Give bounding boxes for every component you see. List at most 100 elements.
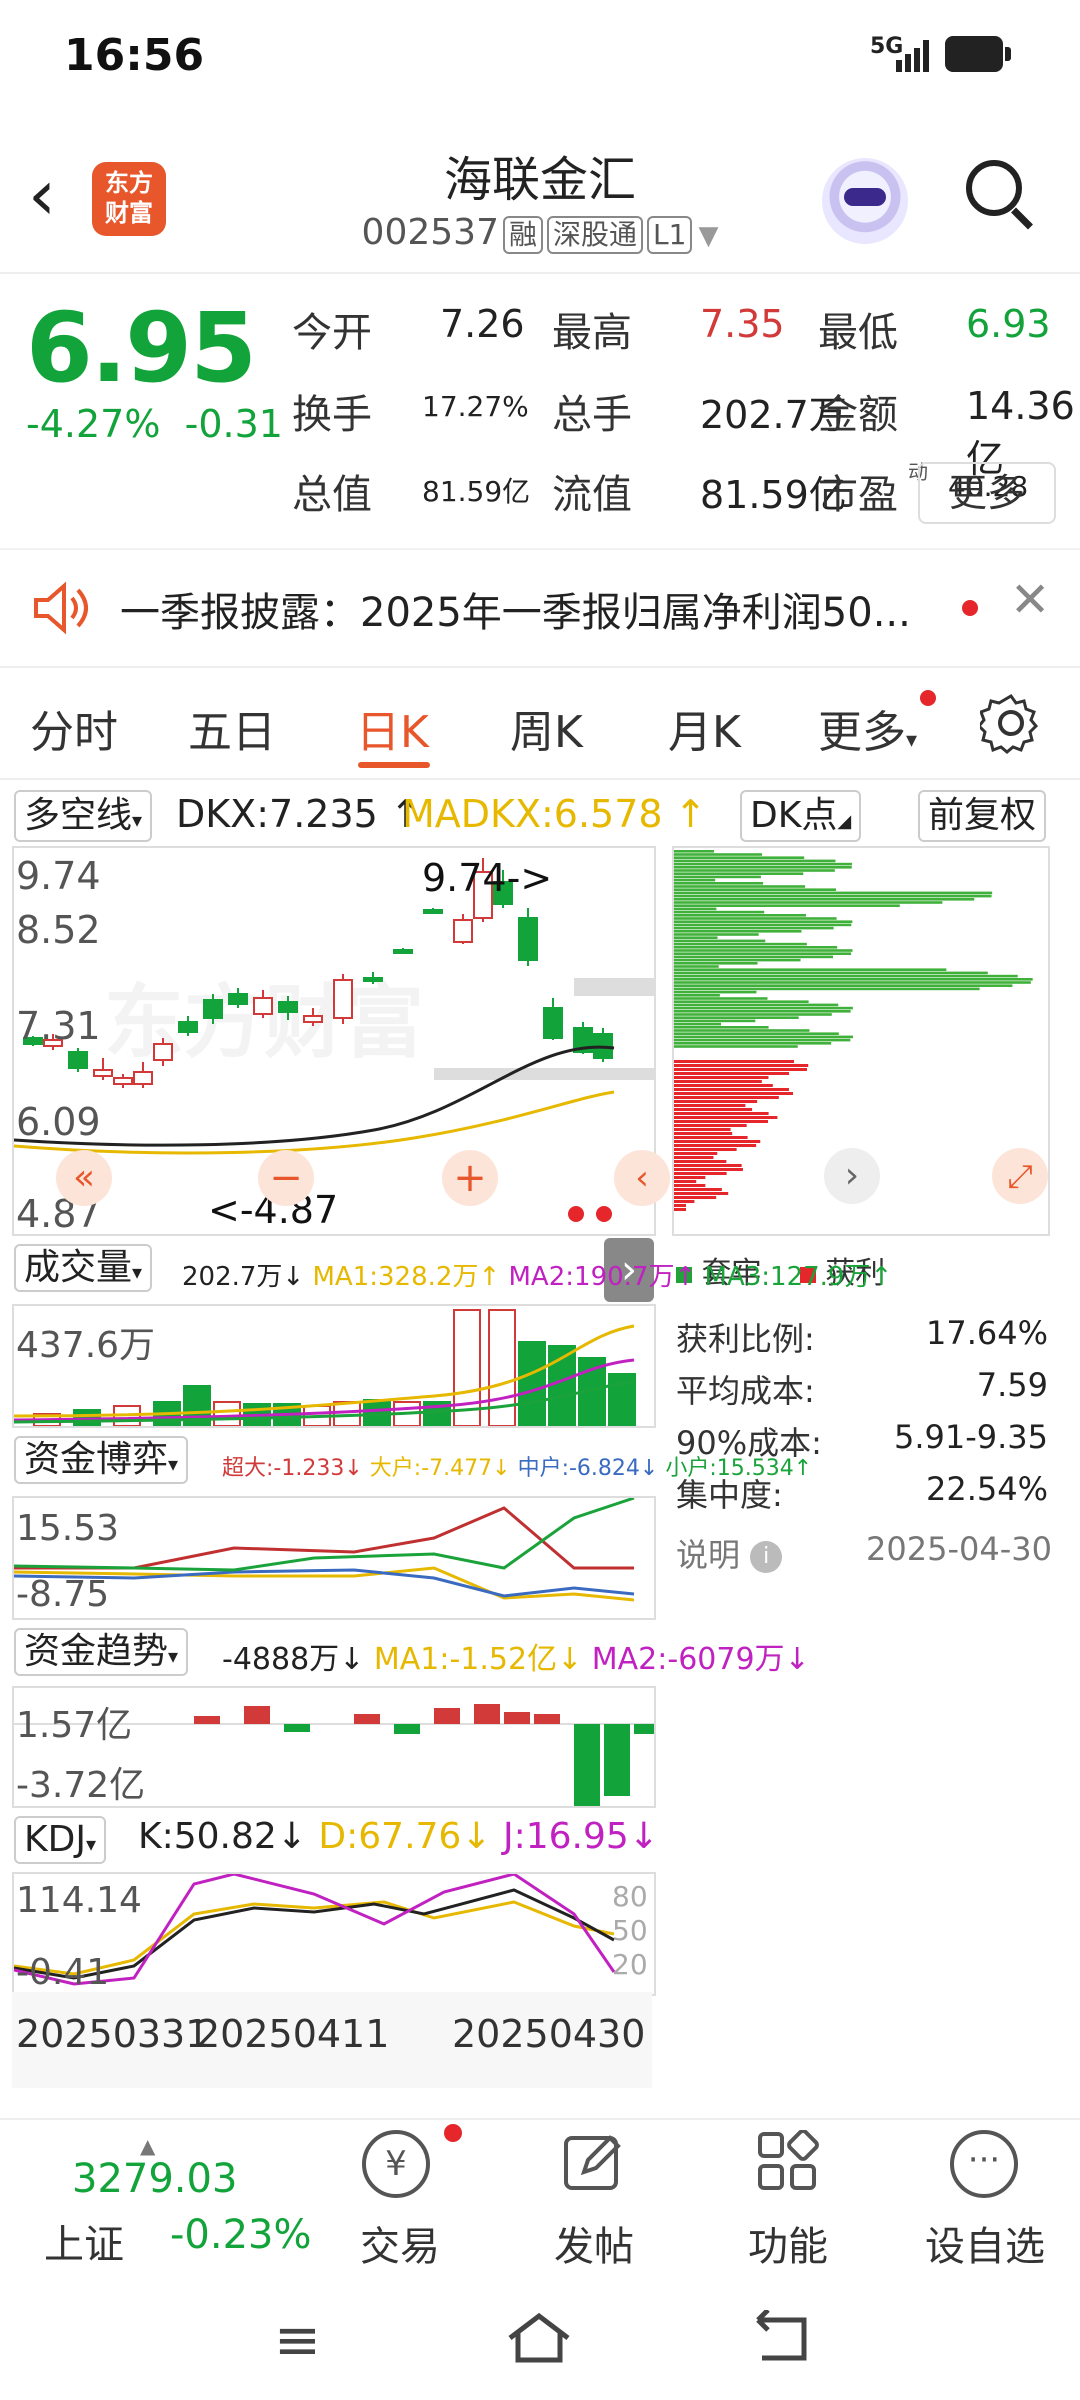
- chip-bar-trapped: [674, 981, 1031, 984]
- chip-bar-profit: [674, 1112, 769, 1115]
- tab-daily-k[interactable]: 日K: [356, 696, 429, 760]
- indicator-select[interactable]: 多空线▾: [14, 790, 153, 842]
- assistant-avatar-icon[interactable]: [822, 158, 908, 244]
- y-tick: -3.72亿: [16, 1765, 146, 1806]
- zoom-out-icon[interactable]: −: [258, 1150, 314, 1206]
- divider: [0, 778, 1080, 780]
- dk-point-button[interactable]: DK点◢: [740, 790, 862, 842]
- unread-dot: [962, 600, 978, 616]
- more-dots-icon[interactable]: ···: [950, 2130, 1018, 2198]
- chip-bar-profit: [674, 1072, 790, 1075]
- post-icon[interactable]: [562, 2130, 626, 2194]
- chip-bar-trapped: [674, 866, 852, 869]
- chip-bar-trapped: [674, 946, 838, 949]
- apps-icon[interactable]: [756, 2130, 820, 2194]
- search-icon[interactable]: [966, 160, 1022, 216]
- chip-stat-value: 22.54%: [925, 1470, 1048, 1508]
- trade-icon[interactable]: ¥: [362, 2130, 430, 2198]
- price-change: -4.27% -0.31: [26, 402, 283, 446]
- chip-bar-trapped: [674, 1032, 839, 1035]
- chip-bar-profit: [674, 1132, 733, 1135]
- index-value[interactable]: 3279.03: [72, 2156, 237, 2202]
- chip-bar-trapped: [674, 1003, 839, 1007]
- fund-game-select[interactable]: 资金博弈▾: [14, 1436, 189, 1484]
- candle: [453, 919, 473, 943]
- kdj-select[interactable]: KDJ▾: [14, 1816, 106, 1864]
- candle: [228, 993, 248, 1005]
- kdj-chart[interactable]: 114.14 -0.41 80 50 20: [12, 1872, 656, 1996]
- notification-dot: [444, 2124, 462, 2142]
- chip-bar-trapped: [674, 853, 763, 856]
- candle: [203, 999, 223, 1019]
- gear-icon[interactable]: [980, 692, 1042, 754]
- bottom-nav: ▲ 3279.03 上证 -0.23% ¥ 交易 发帖 功能 ··· 设自选: [0, 2118, 1080, 2272]
- chip-bar-profit: [674, 1144, 757, 1147]
- chip-bar-trapped: [674, 1026, 769, 1029]
- tab-intraday[interactable]: 分时: [30, 696, 118, 760]
- chip-bar-trapped: [674, 894, 992, 898]
- y-tick: 20: [612, 1948, 648, 1981]
- fund-game-chart[interactable]: 15.53 -8.75: [12, 1496, 656, 1620]
- fund-trend-bar: [574, 1724, 600, 1806]
- volume-select[interactable]: 成交量▾: [14, 1244, 153, 1292]
- y-tick: 437.6万: [16, 1325, 156, 1366]
- tab-5day[interactable]: 五日: [188, 696, 276, 760]
- scroll-left-icon[interactable]: ‹: [614, 1150, 670, 1206]
- kline-chart[interactable]: 东方财富 9.74 8.52 7.31 6.09 4.87 9.74-> <-4…: [12, 846, 670, 1236]
- chip-bar-profit: [674, 1128, 731, 1131]
- news-ticker[interactable]: 一季报披露：2025年一季报归属净利润50... ✕: [0, 550, 1080, 666]
- close-icon[interactable]: ✕: [1010, 572, 1050, 628]
- tab-monthly-k[interactable]: 月K: [668, 696, 741, 760]
- chevron-right-icon[interactable]: ›: [824, 1148, 880, 1204]
- chip-bar-trapped: [674, 901, 943, 904]
- news-text: 一季报披露：2025年一季报归属净利润50...: [120, 590, 911, 636]
- fund-trend-chart[interactable]: 1.57亿 -3.72亿: [12, 1686, 660, 1808]
- chevron-down-icon[interactable]: ▼: [698, 221, 718, 251]
- chip-bar-profit: [674, 1084, 773, 1087]
- candle: [153, 1043, 173, 1061]
- system-nav-bar: ≡: [0, 2270, 1080, 2400]
- info-icon[interactable]: i: [750, 1541, 783, 1573]
- fund-trend-select[interactable]: 资金趋势▾: [14, 1628, 189, 1676]
- chip-bar-trapped: [674, 917, 837, 920]
- back-nav-icon[interactable]: [748, 2310, 818, 2366]
- nav-function[interactable]: 功能: [718, 2214, 858, 2272]
- nav-trade[interactable]: 交易: [330, 2214, 470, 2272]
- scroll-left-fast-icon[interactable]: «: [56, 1150, 112, 1206]
- chip-bar-profit: [674, 1176, 706, 1179]
- chip-bar-trapped: [674, 850, 714, 853]
- stock-code-row[interactable]: 002537 融深股通 L1 ▼: [0, 212, 1080, 254]
- tag-level: L1: [647, 216, 693, 254]
- candle: [333, 979, 353, 1019]
- quote-label: 最高: [552, 310, 632, 356]
- chip-bar-profit: [674, 1184, 706, 1187]
- volume-chart[interactable]: 437.6万: [12, 1304, 656, 1428]
- volume-bar: [213, 1401, 241, 1427]
- index-name[interactable]: 上证: [44, 2212, 124, 2270]
- home-icon[interactable]: [504, 2310, 574, 2366]
- chip-bar-trapped: [674, 949, 853, 952]
- x-tick: 20250331: [16, 2012, 210, 2056]
- x-tick: 20250411: [196, 2012, 390, 2056]
- fund-trend-bar: [604, 1724, 630, 1796]
- chip-bar-trapped: [674, 898, 975, 901]
- quote-label: 流值: [552, 472, 632, 518]
- adjust-button[interactable]: 前复权: [918, 790, 1047, 842]
- tab-weekly-k[interactable]: 周K: [510, 696, 583, 760]
- tab-more[interactable]: 更多▾: [818, 696, 917, 760]
- expand-icon[interactable]: ⤢: [992, 1148, 1048, 1204]
- candle: [423, 909, 443, 914]
- index-change[interactable]: -0.23%: [170, 2212, 312, 2258]
- quote-label: 市盈: [818, 472, 898, 518]
- zoom-in-icon[interactable]: +: [442, 1150, 498, 1206]
- chip-bar-trapped: [674, 974, 1018, 978]
- nav-post[interactable]: 发帖: [524, 2214, 664, 2272]
- fund-trend-bar: [634, 1724, 660, 1734]
- menu-icon[interactable]: ≡: [274, 2308, 321, 2373]
- nav-add-watch[interactable]: 设自选: [910, 2214, 1060, 2272]
- signal-dot: [596, 1206, 612, 1222]
- chip-bar-profit: [674, 1168, 743, 1171]
- chip-note[interactable]: 说明 i: [676, 1530, 783, 1576]
- more-quote-button[interactable]: 更多: [918, 462, 1056, 524]
- quote-value: 81.59亿: [422, 475, 531, 508]
